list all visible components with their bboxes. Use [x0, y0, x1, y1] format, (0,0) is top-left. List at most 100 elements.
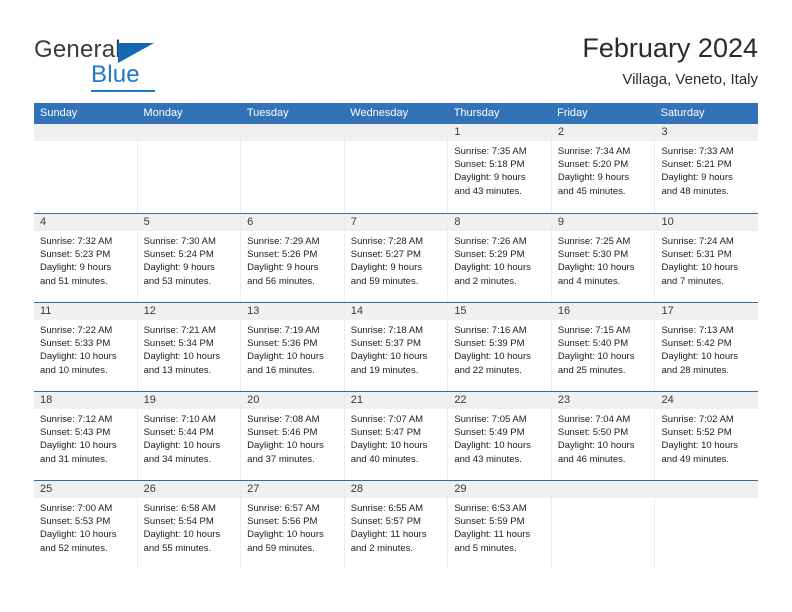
sunset-text: Sunset: 5:47 PM [350, 427, 421, 439]
daylight-text-line1: Daylight: 11 hours [350, 529, 427, 541]
day-number: 26 [137, 481, 241, 498]
sunrise-text: Sunrise: 7:26 AM [454, 236, 527, 247]
day-number [551, 481, 655, 498]
weekday-header-monday: Monday [143, 107, 183, 119]
general-blue-logo[interactable]: General Blue [34, 36, 234, 92]
day-cell[interactable]: 8 Sunrise: 7:26 AM Sunset: 5:29 PM Daylight… [448, 214, 552, 302]
day-cell[interactable]: 2 Sunrise: 7:34 AM Sunset: 5:20 PM Daylight… [551, 124, 656, 213]
daylight-text-line2: and 48 minutes. [661, 185, 730, 197]
day-cell[interactable]: 3 Sunrise: 7:33 AM Sunset: 5:21 PM Daylight… [655, 124, 759, 213]
sunrise-text: Sunrise: 7:25 AM [557, 236, 631, 247]
sunrise-text: Sunrise: 7:05 AM [454, 414, 527, 425]
page-subtitle-location: Villaga, Veneto, Italy [622, 71, 758, 88]
day-cell[interactable]: 20 Sunrise: 7:08 AM Sunset: 5:46 PM Dayligh… [241, 392, 345, 480]
day-sun-info: Sunrise: 7:33 AM Sunset: 5:21 PM Daylight:… [655, 141, 758, 198]
day-number: 27 [241, 481, 344, 498]
day-sun-info: Sunrise: 7:15 AM Sunset: 5:40 PM Daylight:… [552, 320, 655, 377]
day-number [655, 481, 759, 498]
day-cell[interactable]: 6 Sunrise: 7:29 AM Sunset: 5:26 PM Daylight… [241, 214, 345, 302]
sunset-text: Sunset: 5:49 PM [454, 427, 525, 439]
daylight-text-line1: Daylight: 10 hours [661, 262, 739, 274]
daylight-text-line2: and 25 minutes. [557, 364, 626, 376]
daylight-text-line2: and 55 minutes. [143, 542, 212, 554]
sunset-text: Sunset: 5:30 PM [557, 249, 629, 261]
day-cell[interactable]: 23 Sunrise: 7:04 AM Sunset: 5:50 PM Dayligh… [551, 392, 656, 480]
page-header: General Blue February 2024 Villaga, Vene… [0, 0, 792, 100]
daylight-text-line1: Daylight: 10 hours [661, 351, 739, 363]
day-cell[interactable]: 12 Sunrise: 7:21 AM Sunset: 5:34 PM Dayligh… [137, 303, 242, 391]
sunset-text: Sunset: 5:36 PM [247, 338, 318, 350]
day-cell[interactable]: 28 Sunrise: 6:55 AM Sunset: 5:57 PM Dayligh… [344, 481, 449, 569]
day-cell[interactable]: 24 Sunrise: 7:02 AM Sunset: 5:52 PM Dayligh… [655, 392, 759, 480]
daylight-text-line2: and 53 minutes. [143, 275, 212, 287]
day-number: 6 [241, 214, 344, 231]
sunrise-text: Sunrise: 7:22 AM [40, 325, 113, 336]
day-cell[interactable]: 27 Sunrise: 6:57 AM Sunset: 5:56 PM Dayligh… [241, 481, 345, 569]
sunset-text: Sunset: 5:18 PM [454, 159, 525, 171]
sunset-text: Sunset: 5:50 PM [557, 427, 629, 439]
day-sun-info [655, 498, 758, 502]
day-cell[interactable]: 25 Sunrise: 7:00 AM Sunset: 5:53 PM Dayligh… [34, 481, 138, 569]
day-sun-info: Sunrise: 7:12 AM Sunset: 5:43 PM Daylight:… [34, 409, 137, 466]
day-cell-empty [137, 124, 242, 213]
sunset-text: Sunset: 5:23 PM [40, 249, 111, 261]
day-number: 24 [655, 392, 759, 409]
sunset-text: Sunset: 5:43 PM [40, 427, 111, 439]
daylight-text-line1: Daylight: 10 hours [454, 440, 531, 452]
day-cell[interactable]: 7 Sunrise: 7:28 AM Sunset: 5:27 PM Daylight… [344, 214, 449, 302]
day-sun-info: Sunrise: 7:28 AM Sunset: 5:27 PM Daylight:… [345, 231, 448, 288]
day-sun-info: Sunrise: 7:00 AM Sunset: 5:53 PM Daylight:… [34, 498, 137, 555]
day-cell[interactable]: 1 Sunrise: 7:35 AM Sunset: 5:18 PM Daylight… [448, 124, 552, 213]
day-cell[interactable]: 26 Sunrise: 6:58 AM Sunset: 5:54 PM Dayligh… [137, 481, 242, 569]
day-cell[interactable]: 13 Sunrise: 7:19 AM Sunset: 5:36 PM Dayligh… [241, 303, 345, 391]
daylight-text-line2: and 52 minutes. [40, 542, 108, 554]
day-number: 25 [34, 481, 137, 498]
day-cell[interactable]: 29 Sunrise: 6:53 AM Sunset: 5:59 PM Dayligh… [448, 481, 552, 569]
daylight-text-line2: and 13 minutes. [143, 364, 212, 376]
logo-text-blue: Blue [91, 61, 140, 88]
day-number: 9 [551, 214, 655, 231]
day-cell[interactable]: 11 Sunrise: 7:22 AM Sunset: 5:33 PM Dayligh… [34, 303, 138, 391]
day-cell[interactable]: 5 Sunrise: 7:30 AM Sunset: 5:24 PM Daylight… [137, 214, 242, 302]
day-number [344, 124, 448, 141]
weekday-header-saturday: Saturday [660, 107, 705, 119]
daylight-text-line2: and 37 minutes. [247, 453, 315, 465]
sunrise-text: Sunrise: 7:15 AM [557, 325, 631, 336]
day-number [241, 124, 344, 141]
day-number: 19 [137, 392, 241, 409]
day-number: 21 [344, 392, 448, 409]
day-cell-empty [241, 124, 345, 213]
day-cell-empty [344, 124, 449, 213]
day-sun-info [34, 141, 137, 145]
sunrise-text: Sunrise: 7:35 AM [454, 146, 527, 157]
day-cell[interactable]: 18 Sunrise: 7:12 AM Sunset: 5:43 PM Dayligh… [34, 392, 138, 480]
sunset-text: Sunset: 5:24 PM [143, 249, 214, 261]
sunrise-text: Sunrise: 7:07 AM [350, 414, 424, 425]
day-cell[interactable]: 14 Sunrise: 7:18 AM Sunset: 5:37 PM Dayligh… [344, 303, 449, 391]
day-cell[interactable]: 21 Sunrise: 7:07 AM Sunset: 5:47 PM Dayligh… [344, 392, 449, 480]
daylight-text-line2: and 4 minutes. [557, 275, 621, 287]
day-sun-info [138, 141, 241, 145]
day-cell[interactable]: 4 Sunrise: 7:32 AM Sunset: 5:23 PM Daylight… [34, 214, 138, 302]
day-sun-info: Sunrise: 7:10 AM Sunset: 5:44 PM Daylight:… [138, 409, 241, 466]
day-cell-empty [655, 481, 759, 569]
day-cell[interactable]: 22 Sunrise: 7:05 AM Sunset: 5:49 PM Dayligh… [448, 392, 552, 480]
day-cell-empty [34, 124, 138, 213]
day-number: 14 [344, 303, 448, 320]
day-cell[interactable]: 16 Sunrise: 7:15 AM Sunset: 5:40 PM Dayligh… [551, 303, 656, 391]
day-cell[interactable]: 17 Sunrise: 7:13 AM Sunset: 5:42 PM Dayligh… [655, 303, 759, 391]
sunrise-text: Sunrise: 6:53 AM [454, 503, 527, 514]
day-sun-info: Sunrise: 7:32 AM Sunset: 5:23 PM Daylight:… [34, 231, 137, 288]
daylight-text-line2: and 43 minutes. [454, 453, 522, 465]
day-number: 7 [344, 214, 448, 231]
day-number: 3 [655, 124, 759, 141]
day-number [34, 124, 137, 141]
day-number: 23 [551, 392, 655, 409]
sunset-text: Sunset: 5:54 PM [143, 516, 214, 528]
day-cell[interactable]: 15 Sunrise: 7:16 AM Sunset: 5:39 PM Dayligh… [448, 303, 552, 391]
day-cell[interactable]: 9 Sunrise: 7:25 AM Sunset: 5:30 PM Daylight… [551, 214, 656, 302]
day-cell[interactable]: 19 Sunrise: 7:10 AM Sunset: 5:44 PM Dayligh… [137, 392, 242, 480]
day-cell[interactable]: 10 Sunrise: 7:24 AM Sunset: 5:31 PM Dayligh… [655, 214, 759, 302]
sunrise-text: Sunrise: 7:12 AM [40, 414, 113, 425]
weekday-header-sunday: Sunday [40, 107, 78, 119]
